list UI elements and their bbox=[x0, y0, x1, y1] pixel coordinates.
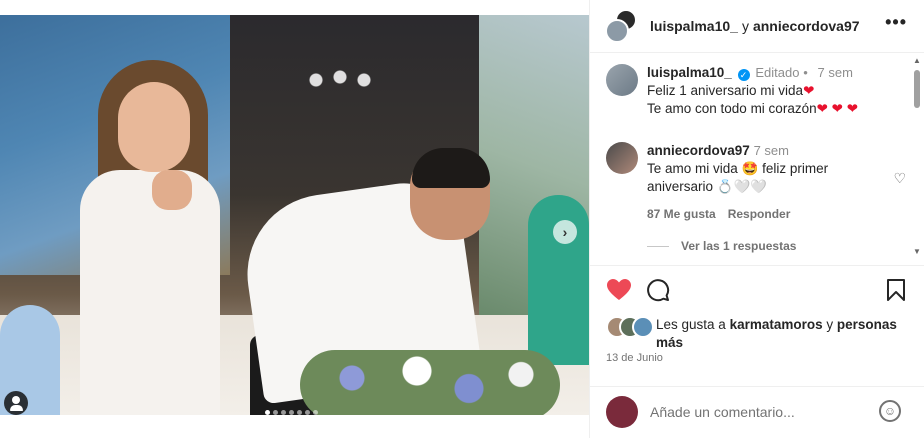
comment-username[interactable]: luispalma10_ bbox=[647, 65, 732, 80]
post-sidebar: luispalma10_ y anniecordova97 ••• luispalm… bbox=[589, 0, 924, 438]
post-actions bbox=[590, 278, 924, 308]
avatar[interactable] bbox=[606, 64, 638, 96]
collab-avatars[interactable] bbox=[605, 9, 639, 43]
view-replies-button[interactable]: Ver las 1 respuestas bbox=[647, 239, 796, 253]
carousel-dots bbox=[265, 410, 318, 415]
author-link-2[interactable]: anniecordova97 bbox=[753, 18, 860, 34]
post-header: luispalma10_ y anniecordova97 ••• bbox=[590, 0, 924, 53]
reply-button[interactable]: Responder bbox=[728, 207, 791, 221]
comment-time[interactable]: 7 sem bbox=[818, 65, 853, 80]
more-options-button[interactable]: ••• bbox=[885, 12, 907, 33]
post-authors: luispalma10_ y anniecordova97 bbox=[650, 18, 860, 34]
avatar bbox=[606, 396, 638, 428]
chevron-right-icon: › bbox=[562, 224, 568, 240]
scroll-up-icon[interactable]: ▲ bbox=[913, 56, 921, 65]
post-date[interactable]: 13 de Junio bbox=[606, 352, 663, 364]
instagram-post: › luispalma10_ y anniecordova97 ••• luispa… bbox=[0, 0, 924, 438]
comment-like-heart-icon[interactable]: ♡ bbox=[893, 170, 906, 187]
comment-text: Te amo mi vida 🤩 feliz primer bbox=[647, 161, 829, 176]
comment-likes-count[interactable]: 87 Me gusta bbox=[647, 207, 716, 221]
comment-icon[interactable] bbox=[646, 278, 670, 302]
comment-text: aniversario 💍🤍🤍 bbox=[647, 179, 768, 194]
user-tag-icon[interactable] bbox=[4, 391, 28, 415]
heart-icon[interactable] bbox=[606, 278, 632, 302]
author-link-1[interactable]: luispalma10_ bbox=[650, 18, 738, 34]
comment-item: luispalma10_ ✓ Editado • 7 sem Feliz 1 a… bbox=[606, 64, 906, 124]
post-photo[interactable]: › bbox=[0, 15, 589, 415]
liker-avatars[interactable] bbox=[606, 316, 656, 340]
scroll-down-icon[interactable]: ▼ bbox=[913, 247, 921, 256]
comments-list: luispalma10_ ✓ Editado • 7 sem Feliz 1 a… bbox=[590, 54, 924, 266]
comment-input[interactable] bbox=[650, 403, 870, 421]
comment-item: anniecordova97 7 sem Te amo mi vida 🤩 fe… bbox=[606, 142, 906, 232]
comments-scrollbar[interactable]: ▲ ▼ bbox=[912, 56, 922, 256]
verified-badge-icon: ✓ bbox=[737, 69, 750, 81]
liker-username[interactable]: karmatamoros bbox=[730, 317, 823, 332]
comment-composer: ☺ bbox=[590, 386, 924, 438]
comment-username[interactable]: anniecordova97 bbox=[647, 143, 750, 158]
comment-time[interactable]: 7 sem bbox=[754, 143, 789, 158]
photo-woman bbox=[70, 60, 230, 415]
bookmark-icon[interactable] bbox=[886, 278, 906, 302]
comment-text: Te amo con todo mi corazón bbox=[647, 101, 817, 116]
photo-pane: › bbox=[0, 0, 589, 438]
emoji-icon[interactable]: ☺ bbox=[879, 400, 901, 422]
comment-text: Feliz 1 aniversario mi vida bbox=[647, 83, 804, 98]
avatar[interactable] bbox=[606, 142, 638, 174]
next-photo-button[interactable]: › bbox=[553, 220, 577, 244]
likes-summary: Les gusta a karmatamoros y personas más bbox=[606, 316, 916, 352]
